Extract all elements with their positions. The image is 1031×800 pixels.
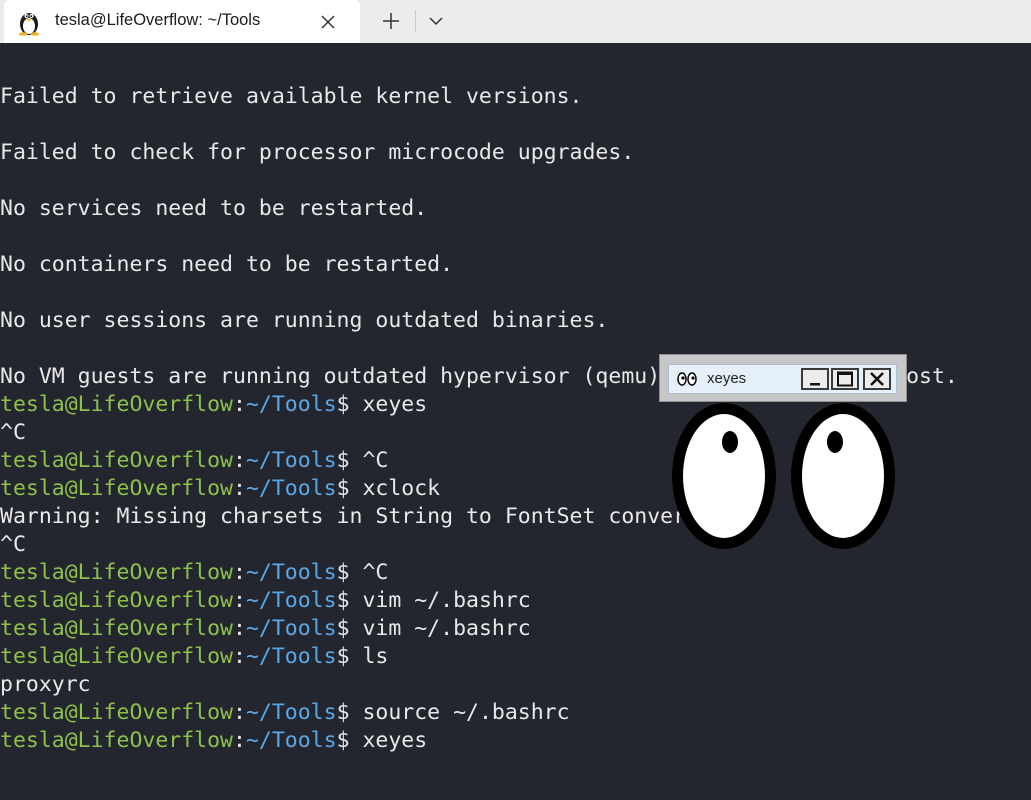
xeyes-eyes	[672, 403, 895, 549]
xeyes-window[interactable]: xeyes	[659, 354, 907, 402]
prompt-path: ~/Tools	[245, 448, 337, 473]
prompt-separator: :	[233, 700, 246, 725]
xeyes-titlebar[interactable]: xeyes	[668, 364, 897, 394]
output-line: proxyrc	[0, 672, 91, 697]
prompt-separator: :	[233, 560, 246, 585]
command-text: source ~/.bashrc	[349, 700, 570, 725]
command-text: vim ~/.bashrc	[349, 616, 531, 641]
tab-terminal[interactable]: tesla@LifeOverflow: ~/Tools	[4, 0, 360, 43]
command-text: ls	[349, 644, 389, 669]
minimize-icon	[810, 383, 820, 386]
prompt-symbol: $	[336, 728, 350, 753]
terminal-window: tesla@LifeOverflow: ~/Tools Failed to re…	[0, 0, 1031, 800]
prompt-path: ~/Tools	[245, 560, 337, 585]
command-text: ^C	[349, 448, 389, 473]
prompt-symbol: $	[336, 448, 350, 473]
prompt-symbol: $	[336, 700, 350, 725]
output-line: Warning: Missing charsets in String to F…	[0, 504, 738, 529]
prompt-symbol: $	[336, 392, 350, 417]
right-pupil	[827, 431, 843, 453]
output-line: No user sessions are running outdated bi…	[0, 308, 609, 333]
prompt-path: ~/Tools	[245, 700, 337, 725]
prompt-separator: :	[233, 448, 246, 473]
command-text: xeyes	[349, 392, 428, 417]
prompt-user: tesla@LifeOverflow	[0, 644, 233, 669]
command-text: vim ~/.bashrc	[349, 588, 531, 613]
prompt-symbol: $	[336, 616, 350, 641]
prompt-path: ~/Tools	[245, 392, 337, 417]
tab-divider	[415, 10, 416, 32]
prompt-separator: :	[233, 476, 246, 501]
prompt-separator: :	[233, 392, 246, 417]
output-line: Failed to retrieve available kernel vers…	[0, 84, 583, 109]
close-button[interactable]	[863, 368, 891, 390]
command-text: ^C	[349, 560, 389, 585]
command-text: xeyes	[349, 728, 428, 753]
right-eye	[791, 403, 895, 549]
prompt-symbol: $	[336, 644, 350, 669]
maximize-icon	[837, 371, 853, 387]
prompt-symbol: $	[336, 588, 350, 613]
prompt-path: ~/Tools	[245, 616, 337, 641]
prompt-line: tesla@LifeOverflow:~/Tools$ xeyes	[0, 391, 427, 419]
prompt-separator: :	[233, 728, 246, 753]
prompt-path: ~/Tools	[245, 728, 337, 753]
prompt-symbol: $	[336, 560, 350, 585]
prompt-separator: :	[233, 644, 246, 669]
command-text: xclock	[349, 476, 441, 501]
minimize-button[interactable]	[801, 368, 829, 390]
prompt-path: ~/Tools	[245, 476, 337, 501]
prompt-symbol: $	[336, 476, 350, 501]
prompt-separator: :	[233, 616, 246, 641]
linux-penguin-icon	[19, 13, 39, 36]
prompt-line: tesla@LifeOverflow:~/Tools$ vim ~/.bashr…	[0, 615, 531, 643]
left-pupil	[722, 431, 738, 453]
prompt-line: tesla@LifeOverflow:~/Tools$ ^C	[0, 447, 388, 475]
prompt-path: ~/Tools	[245, 644, 337, 669]
prompt-user: tesla@LifeOverflow	[0, 700, 233, 725]
xeyes-title: xeyes	[707, 370, 747, 387]
maximize-button[interactable]	[831, 368, 859, 390]
prompt-line: tesla@LifeOverflow:~/Tools$ xeyes	[0, 727, 427, 755]
tab-bar: tesla@LifeOverflow: ~/Tools	[0, 0, 1031, 43]
close-tab-icon[interactable]	[316, 10, 340, 34]
prompt-path: ~/Tools	[245, 588, 337, 613]
eyes-icon	[677, 372, 697, 386]
prompt-line: tesla@LifeOverflow:~/Tools$ vim ~/.bashr…	[0, 587, 531, 615]
prompt-line: tesla@LifeOverflow:~/Tools$ source ~/.ba…	[0, 699, 570, 727]
prompt-user: tesla@LifeOverflow	[0, 476, 233, 501]
chevron-down-icon[interactable]	[421, 6, 451, 36]
prompt-user: tesla@LifeOverflow	[0, 392, 233, 417]
output-line: ^C	[0, 532, 26, 557]
prompt-user: tesla@LifeOverflow	[0, 560, 233, 585]
close-icon	[870, 372, 884, 386]
prompt-line: tesla@LifeOverflow:~/Tools$ xclock	[0, 475, 440, 503]
output-line: ^C	[0, 420, 26, 445]
output-line: No services need to be restarted.	[0, 196, 428, 221]
prompt-user: tesla@LifeOverflow	[0, 448, 233, 473]
output-line: Failed to check for processor microcode …	[0, 140, 635, 165]
prompt-line: tesla@LifeOverflow:~/Tools$ ^C	[0, 559, 388, 587]
prompt-user: tesla@LifeOverflow	[0, 616, 233, 641]
prompt-line: tesla@LifeOverflow:~/Tools$ ls	[0, 643, 388, 671]
prompt-separator: :	[233, 588, 246, 613]
left-eye	[672, 403, 776, 549]
prompt-user: tesla@LifeOverflow	[0, 588, 233, 613]
new-tab-plus-icon[interactable]	[372, 6, 410, 36]
prompt-user: tesla@LifeOverflow	[0, 728, 233, 753]
output-line: No containers need to be restarted.	[0, 252, 454, 277]
tab-title: tesla@LifeOverflow: ~/Tools	[55, 11, 261, 29]
